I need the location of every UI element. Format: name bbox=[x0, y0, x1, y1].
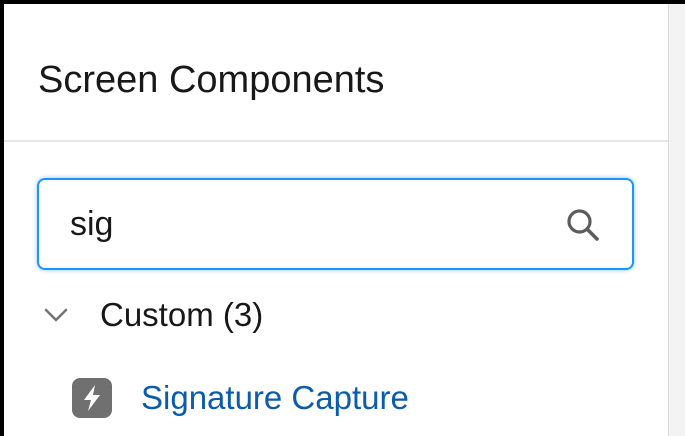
component-item-signature-capture[interactable]: Signature Capture bbox=[72, 372, 409, 424]
canvas-edge bbox=[668, 4, 685, 436]
search-box[interactable] bbox=[37, 178, 634, 270]
search-input[interactable] bbox=[70, 200, 550, 248]
header-divider bbox=[4, 140, 668, 142]
screen-components-panel: Screen Components Custom (3) Signature C… bbox=[4, 4, 668, 436]
search-icon[interactable] bbox=[565, 207, 601, 243]
chevron-down-icon[interactable] bbox=[42, 301, 70, 329]
section-label: Custom (3) bbox=[100, 296, 264, 333]
lightning-bolt-icon bbox=[72, 378, 112, 418]
component-label: Signature Capture bbox=[141, 379, 409, 416]
panel-title: Screen Components bbox=[38, 59, 385, 101]
section-toggle-custom[interactable]: Custom (3) bbox=[42, 290, 263, 340]
